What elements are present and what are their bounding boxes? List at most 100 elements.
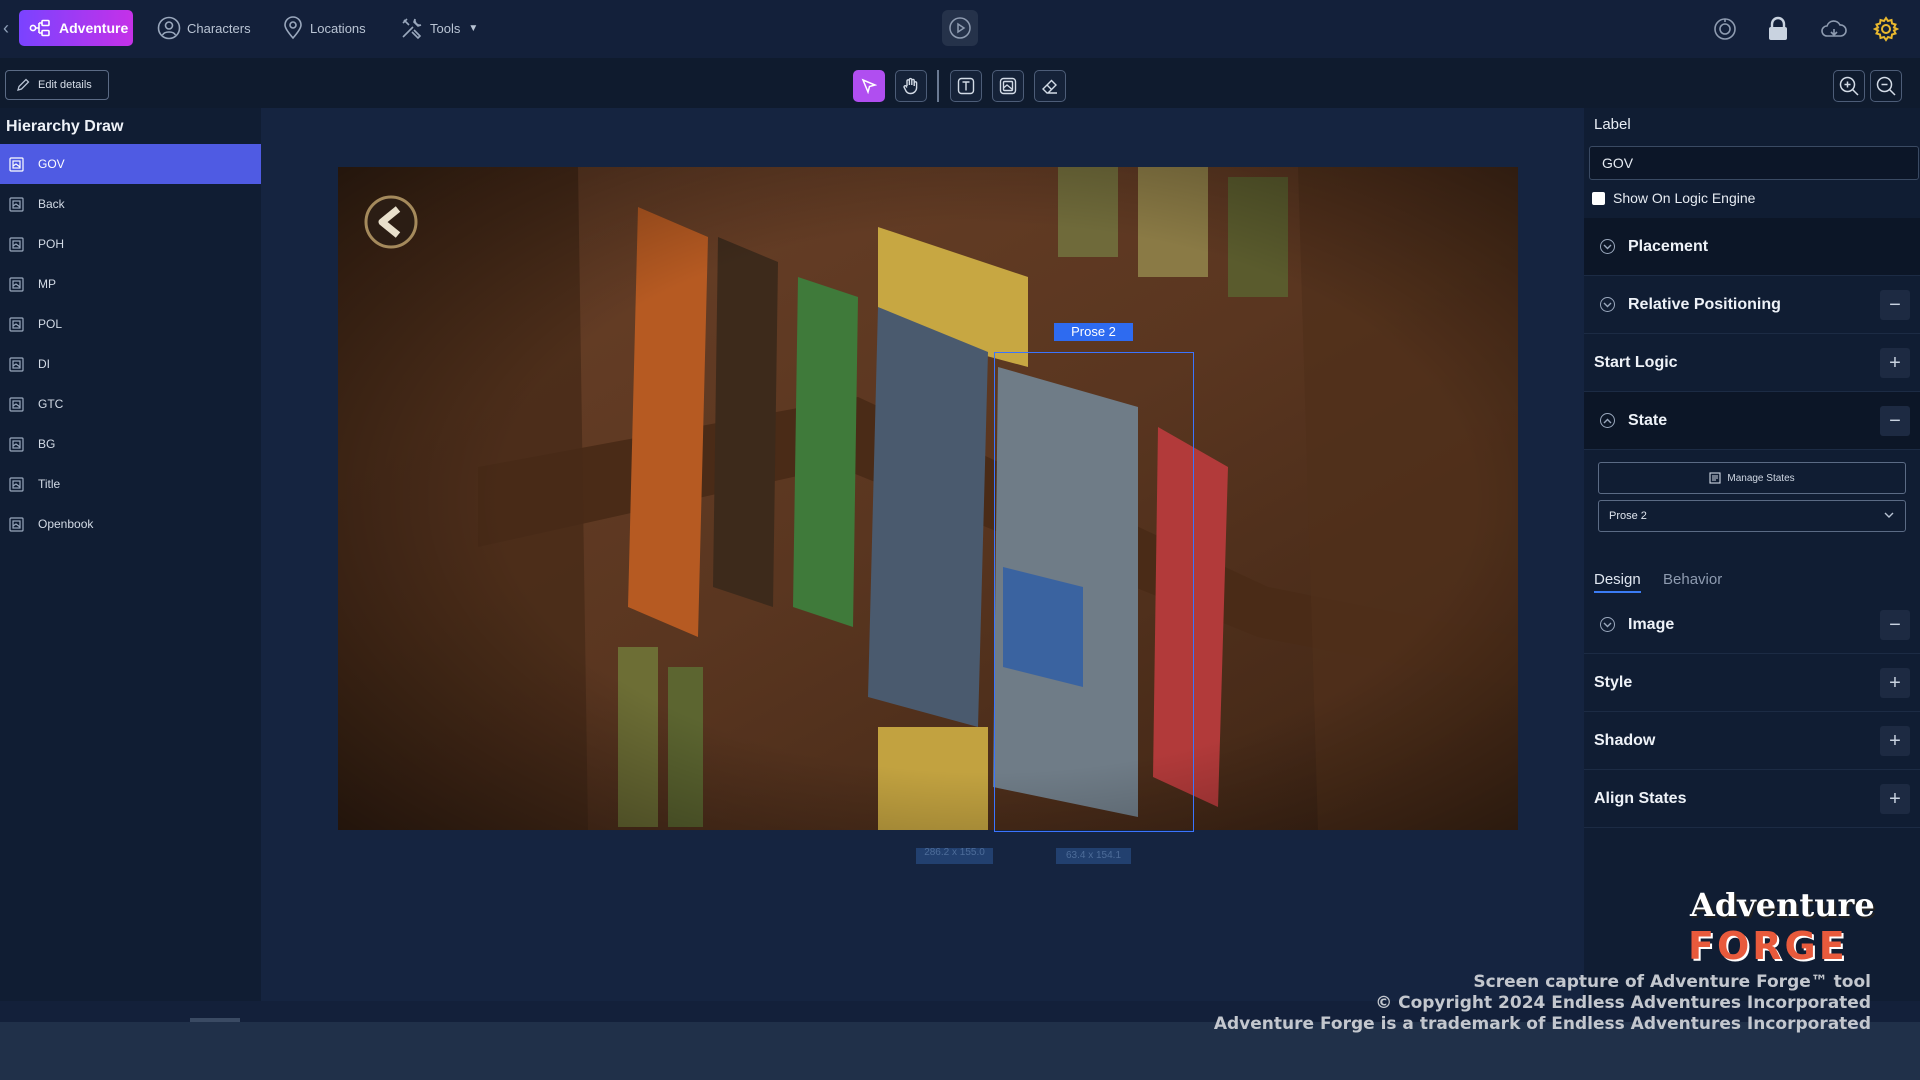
section-image[interactable]: Image − (1584, 596, 1920, 654)
toolbar-divider (937, 70, 939, 102)
section-style[interactable]: Style + (1584, 654, 1920, 712)
chevron-down-circle-icon (1600, 617, 1615, 632)
hierarchy-item-label: DI (38, 357, 50, 371)
select-tool-button[interactable] (853, 70, 885, 102)
nav-tab-characters[interactable]: Characters (157, 16, 251, 40)
chevron-down-icon (1884, 512, 1894, 518)
tab-behavior[interactable]: Behavior (1663, 571, 1722, 588)
expand-start-logic-button[interactable]: + (1880, 348, 1910, 378)
watermark-line-2: © Copyright 2024 Endless Adventures Inco… (1375, 993, 1871, 1013)
hierarchy-item[interactable]: GOV (0, 144, 261, 184)
image-tool-button[interactable] (992, 70, 1024, 102)
layer-image-icon (9, 436, 24, 452)
hand-tool-button[interactable] (895, 70, 927, 102)
expand-shadow-button[interactable]: + (1880, 726, 1910, 756)
section-start-logic[interactable]: Start Logic + (1584, 334, 1920, 392)
chevron-down-icon: ▼ (468, 22, 479, 34)
layer-image-icon (9, 236, 24, 252)
section-start-logic-label: Start Logic (1594, 353, 1678, 371)
collapse-image-button[interactable]: − (1880, 610, 1910, 640)
section-state[interactable]: State − (1584, 392, 1920, 450)
nav-tab-adventure[interactable]: Adventure (19, 10, 133, 46)
section-placement[interactable]: Placement (1584, 218, 1920, 276)
bookshelf-illustration (338, 167, 1518, 830)
hierarchy-item-label: MP (38, 277, 56, 291)
watermark-line-3: Adventure Forge is a trademark of Endles… (1213, 1014, 1871, 1034)
show-on-logic-engine-checkbox[interactable] (1592, 191, 1605, 205)
logo-word-forge: FORGE (1688, 924, 1848, 968)
layer-image-icon (9, 156, 24, 172)
section-relative-positioning-label: Relative Positioning (1628, 295, 1781, 313)
image-icon (999, 77, 1017, 95)
hierarchy-item[interactable]: Openbook (0, 504, 261, 544)
edit-details-button[interactable]: Edit details (5, 70, 109, 100)
state-select[interactable]: Prose 2 (1598, 500, 1906, 532)
hierarchy-item-label: GTC (38, 397, 64, 411)
layer-image-icon (9, 396, 24, 412)
zoom-out-icon (1876, 76, 1896, 96)
section-image-label: Image (1628, 615, 1675, 633)
collapse-state-button[interactable]: − (1880, 406, 1910, 436)
layer-image-icon (9, 196, 24, 212)
layer-image-icon (9, 356, 24, 372)
lock-icon[interactable] (1766, 16, 1790, 42)
gear-icon[interactable] (1873, 16, 1899, 42)
scene-image[interactable] (338, 167, 1518, 830)
show-on-logic-engine-label: Show On Logic Engine (1613, 190, 1756, 206)
hierarchy-panel: Hierarchy Draw GOV Back POH MP POL DI GTC BG Tit… (0, 108, 261, 1001)
hand-icon (903, 77, 918, 95)
layer-image-icon (9, 316, 24, 332)
hierarchy-item[interactable]: DI (0, 344, 261, 384)
hierarchy-item-label: POH (38, 237, 65, 251)
section-relative-positioning[interactable]: Relative Positioning − (1584, 276, 1920, 334)
cursor-icon (861, 78, 877, 94)
text-tool-button[interactable] (950, 70, 982, 102)
zoom-in-button[interactable] (1833, 70, 1865, 102)
hierarchy-item[interactable]: GTC (0, 384, 261, 424)
hierarchy-item[interactable]: BG (0, 424, 261, 464)
hierarchy-item[interactable]: Title (0, 464, 261, 504)
play-icon (949, 17, 971, 39)
hierarchy-item[interactable]: Back (0, 184, 261, 224)
expand-style-button[interactable]: + (1880, 668, 1910, 698)
history-icon[interactable] (1712, 16, 1738, 42)
selection-label: Prose 2 (1054, 323, 1133, 341)
eraser-tool-button[interactable] (1034, 70, 1066, 102)
manage-states-button[interactable]: Manage States (1598, 462, 1906, 494)
chevron-up-circle-icon (1600, 413, 1615, 428)
hierarchy-item-label: POL (38, 317, 63, 331)
show-on-logic-engine-toggle[interactable]: Show On Logic Engine (1592, 190, 1755, 206)
nav-tab-locations[interactable]: Locations (282, 16, 366, 40)
hierarchy-item-label: Title (38, 477, 61, 491)
hierarchy-item[interactable]: POL (0, 304, 261, 344)
dimension-tag-selection: 63.4 x 154.1 (1056, 848, 1131, 864)
state-select-value: Prose 2 (1609, 510, 1647, 522)
person-icon (157, 16, 181, 40)
list-icon (1709, 472, 1721, 484)
cloud-icon[interactable] (1820, 16, 1848, 42)
chevron-down-circle-icon (1600, 297, 1615, 312)
section-shadow[interactable]: Shadow + (1584, 712, 1920, 770)
nav-tab-tools[interactable]: Tools ▼ (400, 16, 478, 40)
hierarchy-item[interactable]: POH (0, 224, 261, 264)
hierarchy-item-label: Openbook (38, 517, 94, 531)
section-align-states-label: Align States (1594, 789, 1687, 807)
play-button[interactable] (942, 10, 978, 46)
collapse-relative-positioning-button[interactable]: − (1880, 290, 1910, 320)
section-state-label: State (1628, 411, 1668, 429)
selection-bounding-box[interactable] (994, 352, 1194, 832)
watermark-line-1: Screen capture of Adventure Forge™ tool (1473, 972, 1871, 992)
logo-word-adventure: Adventure (1690, 886, 1875, 924)
hierarchy-item-label: BG (38, 437, 56, 451)
hierarchy-item[interactable]: MP (0, 264, 261, 304)
back-chevron-icon[interactable]: ‹ (3, 18, 9, 39)
layer-image-icon (9, 476, 24, 492)
expand-align-states-button[interactable]: + (1880, 784, 1910, 814)
zoom-out-button[interactable] (1870, 70, 1902, 102)
pencil-icon (17, 78, 30, 91)
map-pin-icon (284, 16, 302, 40)
label-input[interactable] (1589, 146, 1919, 180)
layer-image-icon (9, 276, 24, 292)
section-align-states[interactable]: Align States + (1584, 770, 1920, 828)
tab-design[interactable]: Design (1594, 571, 1641, 593)
